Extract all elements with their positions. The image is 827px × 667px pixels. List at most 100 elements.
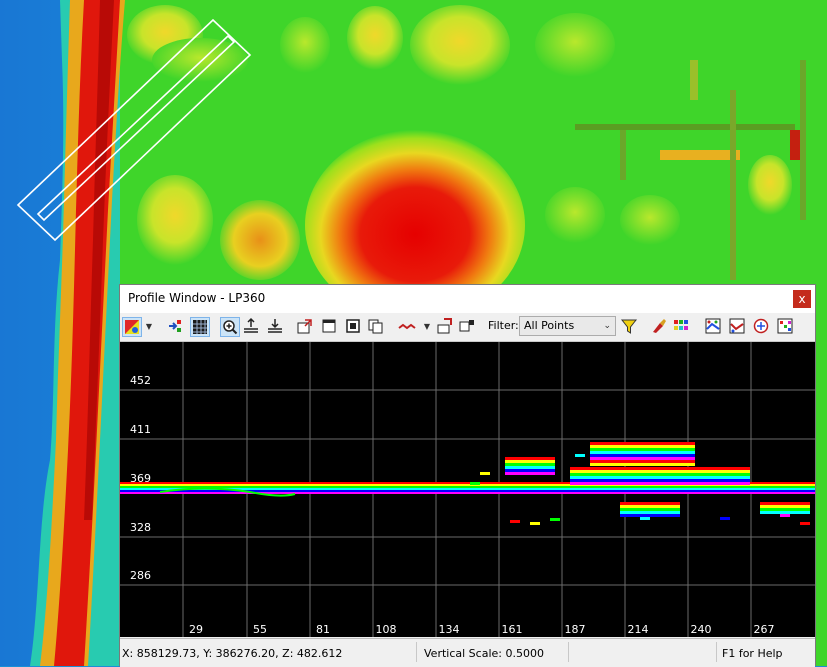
ground-points bbox=[450, 486, 815, 488]
classify-points-button[interactable] bbox=[776, 317, 796, 337]
x-tick-label: 240 bbox=[691, 623, 712, 636]
fit-view-button[interactable] bbox=[344, 317, 364, 337]
structure-points bbox=[570, 482, 750, 485]
scatter-point bbox=[640, 517, 650, 520]
structure-points bbox=[570, 473, 750, 476]
vegetation-points bbox=[505, 457, 555, 460]
scatter-point bbox=[510, 520, 520, 523]
line-style-button[interactable] bbox=[398, 317, 418, 337]
vegetation-points bbox=[505, 460, 555, 463]
filter-button[interactable] bbox=[620, 317, 640, 337]
y-tick-label: 452 bbox=[130, 374, 151, 387]
filter-select-value: All Points bbox=[524, 319, 575, 332]
x-tick-label: 29 bbox=[189, 623, 203, 636]
vertical-scale-readout: Vertical Scale: 0.5000 bbox=[424, 647, 544, 660]
scatter-point bbox=[800, 522, 810, 525]
ground-points bbox=[450, 490, 815, 492]
classify-points-icon bbox=[777, 318, 793, 334]
structure-points bbox=[760, 502, 810, 505]
line-style-dropdown[interactable]: ▼ bbox=[422, 317, 432, 337]
scatter-point bbox=[720, 517, 730, 520]
classify-below-icon bbox=[729, 318, 745, 334]
classify-below-button[interactable] bbox=[728, 317, 748, 337]
status-bar: X: 858129.73, Y: 386276.20, Z: 482.612 V… bbox=[120, 638, 815, 667]
filter-select[interactable]: All Points ⌄ bbox=[519, 316, 616, 336]
scatter-point bbox=[550, 518, 560, 521]
close-button[interactable]: x bbox=[793, 290, 811, 308]
scatter-point bbox=[780, 514, 790, 517]
profile-plot[interactable]: 452 411 369 328 286 29 55 81 108 134 161 187 214 240 2… bbox=[120, 342, 815, 637]
filter-funnel-icon bbox=[620, 319, 638, 334]
profile-window-titlebar[interactable]: Profile Window - LP360 x bbox=[120, 285, 815, 313]
color-mode-button[interactable] bbox=[122, 317, 142, 337]
vegetation-points bbox=[505, 469, 555, 472]
copy-button[interactable] bbox=[366, 317, 386, 337]
point-select-button[interactable] bbox=[166, 317, 186, 337]
point-arrows-icon bbox=[169, 320, 181, 332]
ground-points bbox=[120, 482, 450, 484]
y-tick-label: 369 bbox=[130, 472, 151, 485]
raise-button[interactable] bbox=[242, 317, 262, 337]
profile-window-title: Profile Window - LP360 bbox=[128, 291, 266, 305]
classify-above-icon bbox=[705, 318, 721, 334]
structure-points bbox=[570, 479, 750, 482]
structure-points bbox=[570, 476, 750, 479]
select-window-button[interactable] bbox=[320, 317, 340, 337]
y-tick-label: 328 bbox=[130, 521, 151, 534]
color-points-button[interactable] bbox=[672, 317, 692, 337]
zoom-button[interactable] bbox=[220, 317, 240, 337]
ground-points bbox=[120, 484, 450, 486]
x-tick-label: 187 bbox=[565, 623, 586, 636]
structure-points bbox=[590, 463, 695, 466]
structure-points bbox=[620, 508, 680, 511]
status-separator bbox=[416, 642, 417, 662]
classify-above-button[interactable] bbox=[704, 317, 724, 337]
palette-icon bbox=[125, 320, 139, 334]
structure-points bbox=[620, 502, 680, 505]
color-mode-dropdown[interactable]: ▼ bbox=[144, 317, 154, 337]
vegetation-points bbox=[505, 472, 555, 475]
ground-points bbox=[450, 488, 815, 490]
vegetation-points bbox=[505, 466, 555, 469]
x-tick-label: 134 bbox=[439, 623, 460, 636]
status-separator bbox=[716, 642, 717, 662]
ground-points bbox=[120, 486, 450, 488]
brush-icon bbox=[653, 319, 666, 333]
cursor-coordinates: X: 858129.73, Y: 386276.20, Z: 482.612 bbox=[122, 647, 343, 660]
export-button[interactable] bbox=[296, 317, 316, 337]
structure-points bbox=[760, 505, 810, 508]
structure-points bbox=[590, 445, 695, 448]
filter-label: Filter: bbox=[488, 319, 519, 332]
y-tick-label: 286 bbox=[130, 569, 151, 582]
line-style-icon bbox=[398, 323, 416, 330]
profile-chart[interactable]: 452 411 369 328 286 29 55 81 108 134 161 187 214 240 2… bbox=[120, 342, 815, 637]
window-icon bbox=[322, 319, 336, 333]
zoom-in-icon bbox=[223, 320, 238, 335]
structure-points bbox=[760, 508, 810, 511]
x-tick-label: 214 bbox=[628, 623, 649, 636]
ground-points bbox=[450, 492, 815, 494]
grid-toggle-button[interactable] bbox=[190, 317, 210, 337]
structure-points bbox=[590, 460, 695, 463]
x-tick-label: 55 bbox=[253, 623, 267, 636]
structure-points bbox=[570, 470, 750, 473]
lower-button[interactable] bbox=[266, 317, 286, 337]
profile-window[interactable]: Profile Window - LP360 x ▼ ▼ Filter: All… bbox=[119, 284, 816, 667]
classify-button[interactable] bbox=[436, 317, 456, 337]
scatter-point bbox=[575, 454, 585, 457]
structure-points bbox=[620, 514, 680, 517]
paint-points-button[interactable] bbox=[650, 317, 670, 337]
structure-points bbox=[620, 505, 680, 508]
structure-points bbox=[570, 467, 750, 470]
classify-region-button[interactable] bbox=[752, 317, 772, 337]
level-up-icon bbox=[244, 317, 258, 333]
reclassify-button[interactable] bbox=[458, 317, 478, 337]
chevron-down-icon: ⌄ bbox=[603, 321, 611, 331]
level-down-icon bbox=[268, 319, 282, 333]
structure-points bbox=[620, 511, 680, 514]
help-hint: F1 for Help bbox=[722, 647, 783, 660]
fit-icon bbox=[346, 319, 360, 333]
ground-points bbox=[120, 492, 450, 494]
reclassify-icon bbox=[459, 320, 474, 332]
classify-region-icon bbox=[753, 318, 769, 334]
